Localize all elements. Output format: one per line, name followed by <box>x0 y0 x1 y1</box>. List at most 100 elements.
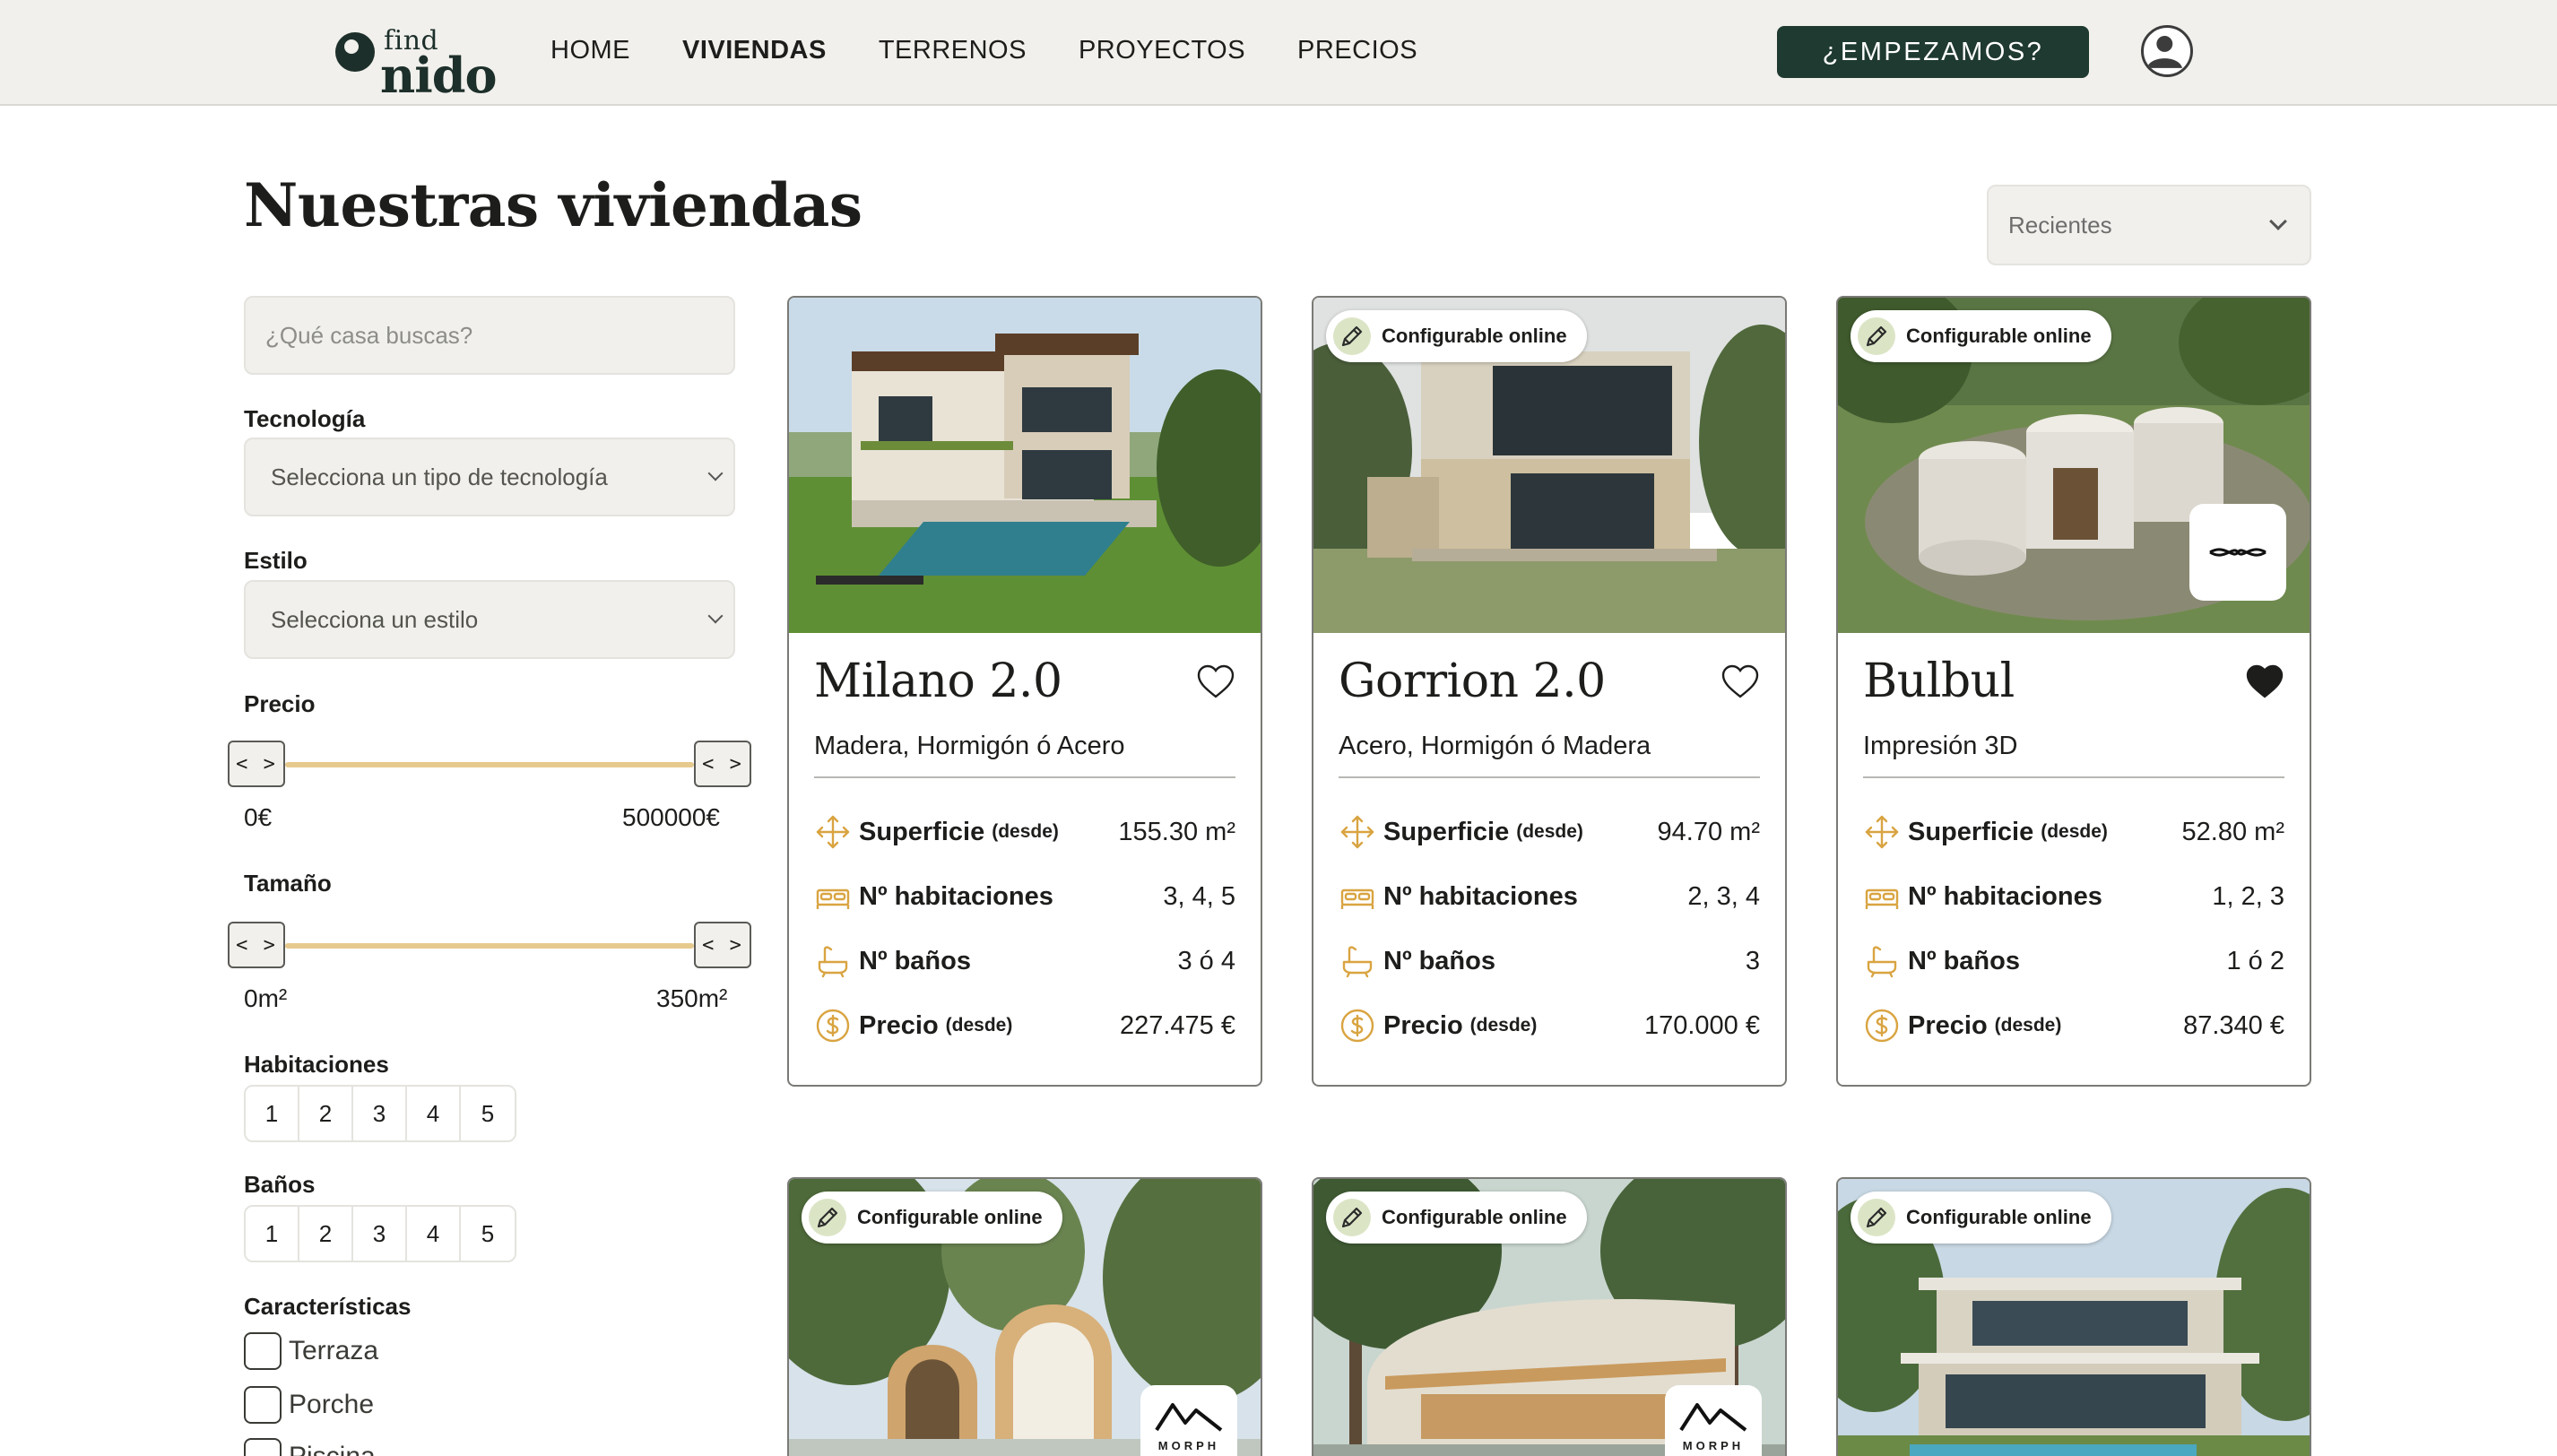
price-min-handle[interactable]: < > <box>228 741 285 787</box>
dollar-coin-icon <box>1863 1007 1901 1044</box>
nav-home[interactable]: HOME <box>550 36 630 65</box>
rooms-option[interactable]: 1 <box>246 1087 299 1140</box>
spec-value: 94.70 m² <box>1657 817 1760 846</box>
feature-piscina[interactable]: Piscina <box>244 1438 376 1456</box>
morph-brand-tile: MORPH <box>1665 1385 1762 1456</box>
house-card-villa[interactable]: Configurable online <box>1836 1177 2311 1456</box>
house-card-milano[interactable]: Milano 2.0 Madera, Hormigón ó Acero Supe… <box>787 296 1262 1087</box>
pencil-icon <box>1858 1199 1895 1236</box>
empezamos-button[interactable]: ¿EMPEZAMOS? <box>1777 26 2089 78</box>
configurable-online-badge[interactable]: Configurable online <box>1851 310 2111 362</box>
brand-logo-icon <box>2209 548 2267 557</box>
baths-option[interactable]: 5 <box>461 1207 515 1261</box>
size-min-value: 0m² <box>244 984 288 1012</box>
house-card-gorrion[interactable]: Configurable online Gorrion 2.0 Acero, H… <box>1312 296 1787 1087</box>
spec-label: Nº baños <box>859 946 971 975</box>
user-avatar-icon[interactable] <box>2141 25 2193 77</box>
baths-option[interactable]: 1 <box>246 1207 299 1261</box>
technology-select[interactable]: Selecciona un tipo de tecnología <box>244 438 735 516</box>
house-card-morph-1[interactable]: Configurable online MORPH <box>787 1177 1262 1456</box>
house-card-morph-2[interactable]: Configurable online MORPH <box>1312 1177 1787 1456</box>
chevron-down-icon <box>707 608 724 624</box>
configurable-online-badge[interactable]: Configurable online <box>1851 1192 2111 1244</box>
baths-option[interactable]: 4 <box>407 1207 461 1261</box>
spec-value: 155.30 m² <box>1118 817 1235 846</box>
spec-value: 227.475 € <box>1119 1010 1235 1040</box>
nav-proyectos[interactable]: PROYECTOS <box>1079 36 1245 65</box>
house-photo[interactable]: Configurable online MORPH <box>789 1179 1261 1456</box>
move-arrows-icon <box>1339 813 1376 851</box>
spec-value: 87.340 € <box>2183 1010 2284 1040</box>
price-range-slider[interactable]: < > < > <box>228 741 751 787</box>
spec-price: Precio (desde) 170.000 € <box>1339 1006 1760 1045</box>
size-slider-track[interactable] <box>285 943 694 949</box>
spec-rooms: Nº habitaciones 3, 4, 5 <box>814 877 1235 916</box>
feature-label: Terraza <box>289 1336 379 1365</box>
spec-value: 52.80 m² <box>2181 817 2284 846</box>
checkbox[interactable] <box>244 1386 282 1424</box>
size-range-slider[interactable]: < > < > <box>228 922 751 968</box>
bed-icon <box>1863 878 1901 915</box>
technology-select-value: Selecciona un tipo de tecnología <box>271 463 608 490</box>
house-photo[interactable]: Configurable online <box>1838 298 2310 633</box>
pencil-icon <box>809 1199 846 1236</box>
house-photo[interactable] <box>789 298 1261 633</box>
search-input[interactable] <box>244 296 735 375</box>
heart-outline-icon[interactable] <box>1196 663 1235 699</box>
rooms-option[interactable]: 4 <box>407 1087 461 1140</box>
heart-outline-icon[interactable] <box>1721 663 1760 699</box>
spec-surface: Superficie (desde) 52.80 m² <box>1863 812 2284 852</box>
price-label: Precio <box>244 690 316 717</box>
house-card-bulbul[interactable]: Configurable online Bulbul Impresión 3D … <box>1836 296 2311 1087</box>
pencil-icon <box>1858 317 1895 355</box>
baths-option[interactable]: 3 <box>353 1207 407 1261</box>
heart-filled-icon[interactable] <box>2245 663 2284 699</box>
rooms-option[interactable]: 3 <box>353 1087 407 1140</box>
findnido-logo[interactable]: find nido <box>334 23 504 104</box>
checkbox[interactable] <box>244 1438 282 1456</box>
rooms-option[interactable]: 2 <box>299 1087 353 1140</box>
nav-viviendas[interactable]: VIVIENDAS <box>682 36 827 65</box>
divider <box>814 776 1235 778</box>
rooms-option[interactable]: 5 <box>461 1087 515 1140</box>
spec-baths: Nº baños 3 <box>1339 941 1760 981</box>
feature-porche[interactable]: Porche <box>244 1386 374 1424</box>
house-name: Milano 2.0 <box>814 654 1062 708</box>
house-materials: Acero, Hormigón ó Madera <box>1339 732 1651 760</box>
badge-label: Configurable online <box>1382 1206 1567 1228</box>
configurable-online-badge[interactable]: Configurable online <box>1326 1192 1587 1244</box>
spec-value: 3 ó 4 <box>1177 946 1236 975</box>
nav-terrenos[interactable]: TERRENOS <box>879 36 1027 65</box>
dollar-coin-icon <box>1339 1007 1376 1044</box>
house-photo[interactable]: Configurable online <box>1313 298 1785 633</box>
rooms-selector: 1 2 3 4 5 <box>244 1085 516 1142</box>
spec-note: (desde) <box>945 1015 1013 1036</box>
dollar-coin-icon <box>814 1007 852 1044</box>
configurable-online-badge[interactable]: Configurable online <box>802 1192 1062 1244</box>
rooms-label: Habitaciones <box>244 1051 389 1078</box>
nav-precios[interactable]: PRECIOS <box>1297 36 1417 65</box>
page-title: Nuestras viviendas <box>244 170 862 240</box>
sort-select[interactable]: Recientes <box>1987 185 2311 265</box>
morph-brand-tile: MORPH <box>1140 1385 1237 1456</box>
checkbox[interactable] <box>244 1332 282 1370</box>
features-label: Características <box>244 1293 412 1320</box>
house-photo[interactable]: Configurable online <box>1838 1179 2310 1456</box>
price-min-value: 0€ <box>244 803 273 831</box>
divider <box>1863 776 2284 778</box>
house-photo[interactable]: Configurable online MORPH <box>1313 1179 1785 1456</box>
configurable-online-badge[interactable]: Configurable online <box>1326 310 1587 362</box>
style-select[interactable]: Selecciona un estilo <box>244 580 735 659</box>
price-max-handle[interactable]: < > <box>694 741 751 787</box>
top-navbar: find nido HOME VIVIENDAS TERRENOS PROYEC… <box>0 0 2557 106</box>
size-min-handle[interactable]: < > <box>228 922 285 968</box>
size-max-handle[interactable]: < > <box>694 922 751 968</box>
house-name: Bulbul <box>1863 654 2015 708</box>
badge-label: Configurable online <box>1382 325 1567 347</box>
price-slider-track[interactable] <box>285 762 694 767</box>
feature-terraza[interactable]: Terraza <box>244 1332 378 1370</box>
baths-option[interactable]: 2 <box>299 1207 353 1261</box>
spec-label: Nº baños <box>1383 946 1495 975</box>
spec-label: Superficie <box>859 817 985 846</box>
main-nav: HOME VIVIENDAS TERRENOS PROYECTOS PRECIO… <box>550 36 1469 65</box>
